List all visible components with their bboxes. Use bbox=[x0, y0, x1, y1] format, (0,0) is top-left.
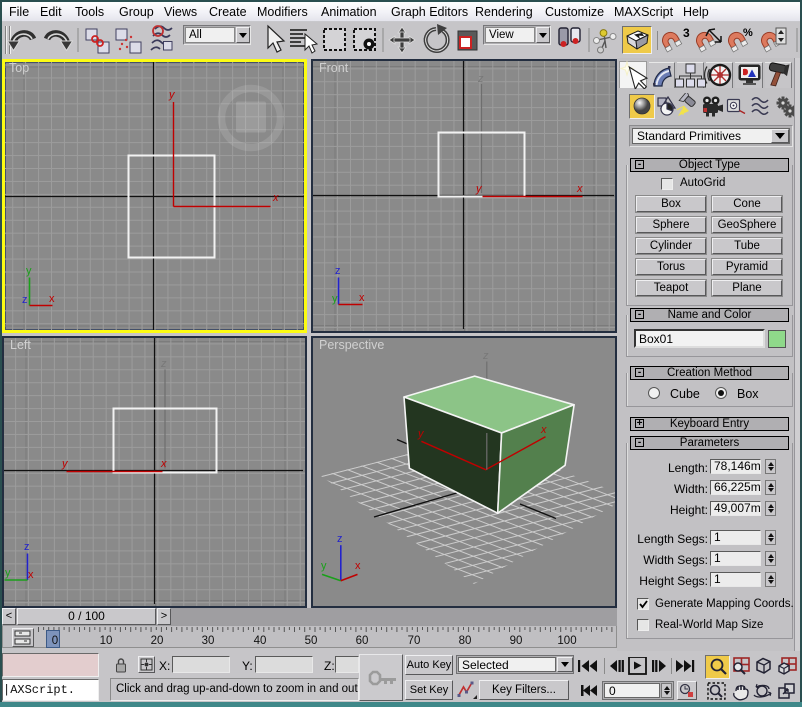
svg-text:z: z bbox=[22, 294, 28, 306]
svg-text:x: x bbox=[540, 424, 547, 436]
svg-text:z: z bbox=[160, 358, 167, 370]
svg-text:x: x bbox=[49, 293, 55, 305]
svg-text:x: x bbox=[359, 292, 365, 304]
svg-text:z: z bbox=[24, 541, 30, 553]
svg-text:y: y bbox=[61, 458, 69, 470]
svg-text:x: x bbox=[576, 183, 583, 195]
svg-text:y: y bbox=[321, 560, 327, 572]
svg-text:y: y bbox=[5, 567, 11, 579]
svg-text:x: x bbox=[28, 569, 34, 581]
svg-text:%: % bbox=[743, 27, 753, 39]
svg-text:z: z bbox=[477, 73, 484, 85]
svg-text:3: 3 bbox=[683, 26, 690, 40]
svg-text:y: y bbox=[332, 293, 338, 305]
svg-text:z: z bbox=[337, 533, 343, 545]
svg-text:x: x bbox=[272, 192, 279, 204]
svg-text:z: z bbox=[335, 265, 341, 277]
svg-text:z: z bbox=[482, 350, 489, 362]
svg-text:y: y bbox=[168, 89, 176, 101]
svg-text:y: y bbox=[26, 265, 32, 277]
svg-text:x: x bbox=[355, 560, 361, 572]
svg-text:x: x bbox=[160, 458, 167, 470]
